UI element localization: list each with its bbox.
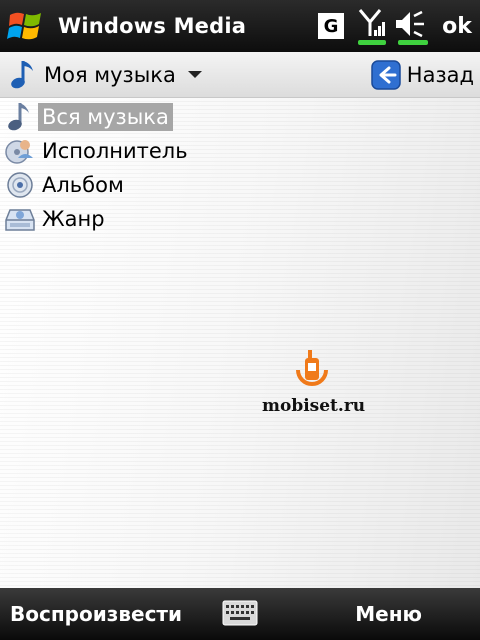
back-arrow-icon <box>371 59 401 90</box>
watermark-text: mobiset.ru <box>262 396 366 416</box>
list-item-genre[interactable]: Жанр <box>0 202 192 236</box>
status-tray[interactable]: G ok <box>318 0 480 52</box>
nav-header: Моя музыка Назад <box>0 52 480 98</box>
windows-flag-icon[interactable] <box>0 0 52 52</box>
content-area: Вся музыка Исполнитель Альбом Жанр mobis… <box>0 98 480 588</box>
back-button[interactable]: Назад <box>371 59 474 90</box>
app-title: Windows Media <box>58 14 247 38</box>
softkey-bar: Воспроизвести Меню <box>0 588 480 640</box>
network-type-badge: G <box>318 13 344 39</box>
music-note-icon <box>2 100 38 134</box>
list-item-label: Жанр <box>42 207 105 231</box>
dropdown-caret-icon[interactable] <box>187 71 202 78</box>
mobiset-logo-icon <box>296 350 328 386</box>
list-item-label: Исполнитель <box>42 139 188 163</box>
watermark: mobiset.ru <box>262 348 372 428</box>
music-note-icon <box>6 55 42 95</box>
music-category-list: Вся музыка Исполнитель Альбом Жанр <box>0 100 192 236</box>
library-dropdown[interactable]: Моя музыка <box>44 63 176 87</box>
keyboard-icon[interactable] <box>222 600 258 626</box>
list-item-album[interactable]: Альбом <box>0 168 192 202</box>
signal-strength-icon[interactable] <box>354 4 390 48</box>
ok-button[interactable]: ok <box>434 14 480 39</box>
artist-icon <box>2 134 38 168</box>
genre-icon <box>2 202 38 236</box>
title-bar: Windows Media G ok <box>0 0 480 52</box>
menu-softkey[interactable]: Меню <box>355 602 422 626</box>
play-softkey[interactable]: Воспроизвести <box>10 602 182 626</box>
back-label: Назад <box>406 62 474 87</box>
list-item-artist[interactable]: Исполнитель <box>0 134 192 168</box>
list-item-label: Вся музыка <box>38 103 173 131</box>
list-item-all-music[interactable]: Вся музыка <box>0 100 192 134</box>
list-item-label: Альбом <box>42 173 124 197</box>
volume-icon[interactable] <box>390 4 434 48</box>
album-disc-icon <box>2 168 38 202</box>
